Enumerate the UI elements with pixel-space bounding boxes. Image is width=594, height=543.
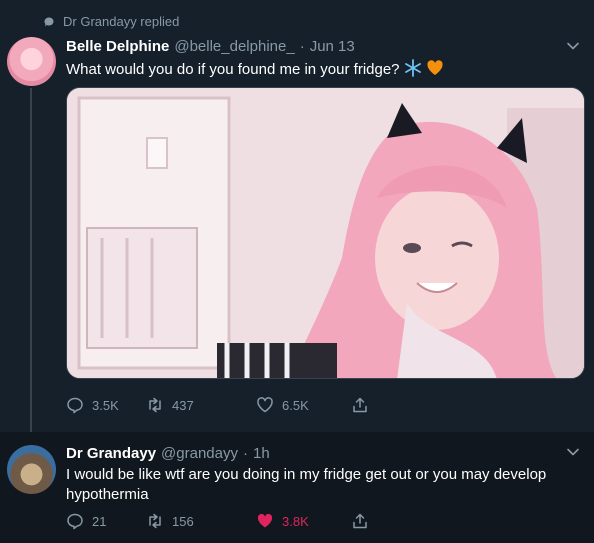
share-button[interactable]	[351, 512, 369, 530]
reply-context: Dr Grandayy replied	[44, 14, 179, 29]
share-button[interactable]	[351, 396, 369, 414]
author-name[interactable]: Belle Delphine	[66, 38, 169, 55]
chevron-down-icon[interactable]	[566, 39, 580, 53]
retweet-icon	[149, 397, 161, 413]
retweet-button[interactable]: 156	[146, 512, 256, 530]
like-count: 3.8K	[282, 513, 309, 529]
avatar[interactable]	[7, 37, 56, 86]
reply-count: 21	[92, 513, 107, 529]
reply-icon	[67, 397, 83, 414]
avatar[interactable]	[7, 445, 56, 494]
tweet-header: Belle Delphine @belle_delphine_ · Jun 13	[66, 38, 355, 55]
tweet-original[interactable]: Belle Delphine @belle_delphine_ · Jun 13…	[0, 30, 594, 430]
tweet-timestamp[interactable]: 1h	[253, 445, 270, 462]
speech-bubble-icon	[44, 17, 54, 26]
author-name[interactable]: Dr Grandayy	[66, 445, 156, 462]
separator-dot: ·	[299, 38, 305, 55]
retweet-count: 437	[172, 397, 194, 413]
author-handle[interactable]: @belle_delphine_	[174, 38, 294, 55]
separator-dot: ·	[242, 445, 248, 462]
orange-heart-emoji	[427, 60, 443, 75]
heart-outline-icon	[257, 397, 273, 413]
tweet-reply[interactable]: Dr Grandayy @grandayy · 1h I would be li…	[0, 432, 594, 543]
reply-context-text: Dr Grandayy replied	[63, 14, 180, 29]
tweet-timestamp[interactable]: Jun 13	[310, 38, 355, 55]
tweet-text: I would be like wtf are you doing in my …	[66, 466, 547, 503]
tweet-header: Dr Grandayy @grandayy · 1h	[66, 445, 270, 462]
like-button[interactable]: 3.8K	[256, 512, 351, 530]
reply-button[interactable]: 3.5K	[66, 396, 146, 414]
snowflake-emoji	[404, 59, 421, 77]
tweet-media-photo[interactable]	[66, 87, 585, 379]
retweet-icon	[149, 513, 161, 529]
share-icon	[353, 513, 367, 529]
tweet-text-content: What would you do if you found me in you…	[66, 61, 400, 78]
retweet-button[interactable]: 437	[146, 396, 256, 414]
author-handle[interactable]: @grandayy	[161, 445, 238, 462]
like-count: 6.5K	[282, 397, 309, 413]
reply-button[interactable]: 21	[66, 512, 146, 530]
tweet-text: What would you do if you found me in you…	[66, 59, 586, 80]
share-icon	[353, 397, 367, 413]
reply-icon	[67, 513, 83, 530]
tweet-actions: 21 156 3.8K	[66, 512, 369, 530]
like-button[interactable]: 6.5K	[256, 396, 351, 414]
photo-illustration	[67, 88, 584, 378]
tweet-actions: 3.5K 437 6.5K	[66, 396, 369, 414]
heart-filled-icon	[257, 513, 273, 528]
chevron-down-icon[interactable]	[566, 445, 580, 459]
retweet-count: 156	[172, 513, 194, 529]
reply-count: 3.5K	[92, 397, 119, 413]
